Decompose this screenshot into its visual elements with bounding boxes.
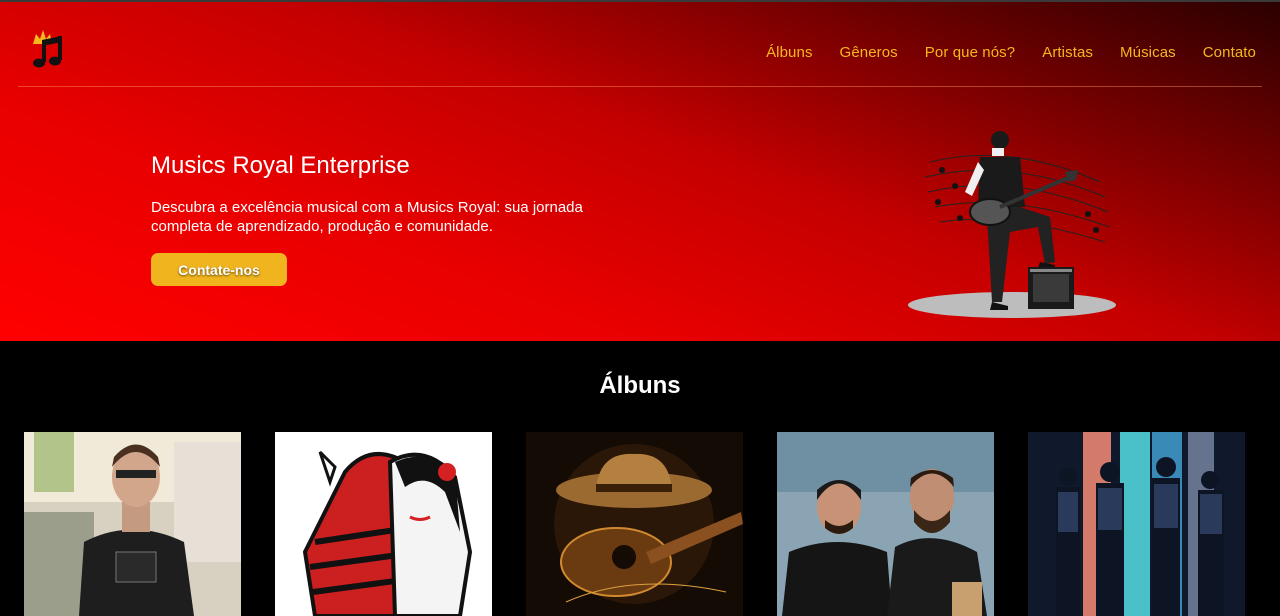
album-card[interactable]	[1028, 432, 1245, 616]
nav-link-por-que-nos[interactable]: Por que nós?	[925, 44, 1015, 61]
music-note-crown-icon[interactable]	[30, 26, 70, 70]
header-divider	[18, 86, 1262, 87]
singer-portrait-photo	[24, 432, 241, 616]
nav-link-musicas[interactable]: Músicas	[1120, 44, 1176, 61]
embracing-couple-illustration	[275, 432, 492, 616]
duo-on-stage-photo	[777, 432, 994, 616]
albums-grid	[24, 432, 1245, 616]
hero-description: Descubra a excelência musical com a Musi…	[151, 199, 583, 235]
nav-link-artistas[interactable]: Artistas	[1042, 44, 1093, 61]
albums-section-title: Álbuns	[599, 372, 681, 399]
main-nav: Álbuns Gêneros Por que nós? Artistas Mús…	[739, 44, 1256, 61]
album-card[interactable]	[275, 432, 492, 616]
contact-button[interactable]: Contate-nos	[151, 253, 287, 286]
nav-link-generos[interactable]: Gêneros	[840, 44, 898, 61]
nav-link-albuns[interactable]: Álbuns	[766, 44, 812, 61]
hero-section: Álbuns Gêneros Por que nós? Artistas Mús…	[0, 0, 1280, 341]
band-group-photo	[1028, 432, 1245, 616]
guitarist-illustration	[908, 131, 1116, 318]
hero-title: Musics Royal Enterprise	[151, 152, 410, 179]
cowboy-hat-guitar-art	[526, 432, 743, 616]
album-card[interactable]	[777, 432, 994, 616]
album-card[interactable]	[24, 432, 241, 616]
nav-link-contato[interactable]: Contato	[1203, 44, 1256, 61]
album-card[interactable]	[526, 432, 743, 616]
